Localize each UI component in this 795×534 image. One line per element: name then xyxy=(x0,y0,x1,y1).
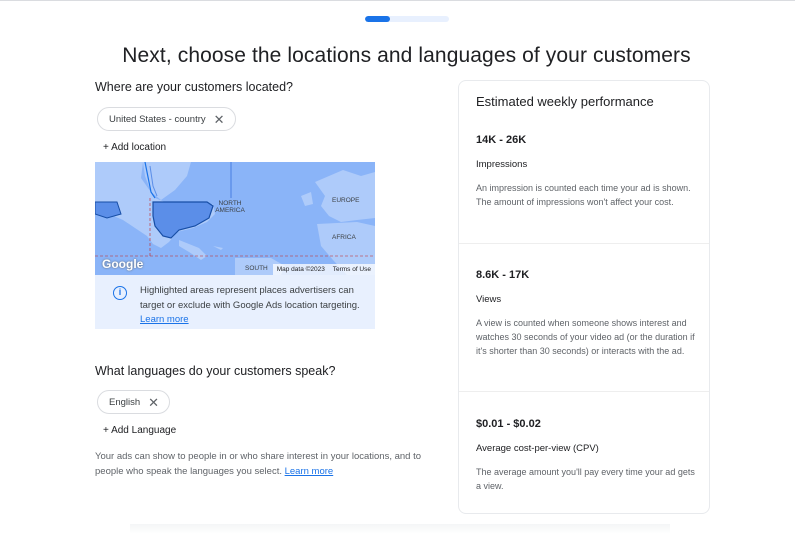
metric-range: $0.01 - $0.02 xyxy=(476,418,541,430)
metric-impressions: 14K - 26K Impressions An impression is c… xyxy=(476,134,701,209)
metric-range: 14K - 26K xyxy=(476,134,527,146)
map-label-south: SOUTH xyxy=(245,265,268,272)
terms-of-use-link[interactable]: Terms of Use xyxy=(333,266,371,273)
map-label-europe: EUROPE xyxy=(332,197,360,204)
map-data-credit: Map data ©2023 xyxy=(276,266,325,273)
google-logo: Google xyxy=(102,257,144,271)
map-label-africa: AFRICA xyxy=(332,234,356,241)
map-attribution: Map data ©2023 Terms of Use xyxy=(272,264,375,275)
footnote-learn-more-link[interactable]: Learn more xyxy=(285,466,334,477)
performance-title: Estimated weekly performance xyxy=(476,94,654,109)
location-chip-label: United States - country xyxy=(109,113,206,125)
footer-shadow xyxy=(130,524,670,534)
metric-range: 8.6K - 17K xyxy=(476,269,530,281)
metric-label: Views xyxy=(476,294,502,305)
language-chip-label: English xyxy=(109,396,141,408)
location-chip[interactable]: United States - country ✕ xyxy=(97,107,236,131)
progress-bar-fill xyxy=(365,16,391,22)
info-message: Highlighted areas represent places adver… xyxy=(140,285,360,311)
add-language-button[interactable]: + Add Language xyxy=(103,425,176,436)
metric-description: An impression is counted each time your … xyxy=(476,183,691,207)
map-label-north-america: NORTH AMERICA xyxy=(215,200,245,214)
divider xyxy=(459,391,709,392)
metric-description: A view is counted when someone shows int… xyxy=(476,318,695,356)
language-chip[interactable]: English ✕ xyxy=(97,390,171,414)
top-divider xyxy=(0,0,795,1)
metric-views: 8.6K - 17K Views A view is counted when … xyxy=(476,269,701,358)
targeting-panel: Where are your customers located? United… xyxy=(95,80,440,477)
page-title: Next, choose the locations and languages… xyxy=(122,44,691,67)
footnote: Your ads can show to people in or who sh… xyxy=(95,450,440,479)
locations-heading: Where are your customers located? xyxy=(95,80,294,94)
add-location-button[interactable]: + Add location xyxy=(103,142,166,153)
info-learn-more-link[interactable]: Learn more xyxy=(140,314,189,325)
performance-card: Estimated weekly performance 14K - 26K I… xyxy=(458,80,710,514)
metric-cpv: $0.01 - $0.02 Average cost-per-view (CPV… xyxy=(476,418,701,493)
info-icon: i xyxy=(113,286,127,300)
progress-bar xyxy=(365,16,449,22)
languages-heading: What languages do your customers speak? xyxy=(95,364,336,378)
divider xyxy=(459,243,709,244)
metric-label: Average cost-per-view (CPV) xyxy=(476,443,599,454)
metric-description: The average amount you'll pay every time… xyxy=(476,467,695,491)
info-box: i Highlighted areas represent places adv… xyxy=(95,275,375,329)
footnote-text: Your ads can show to people in or who sh… xyxy=(95,451,422,477)
metric-label: Impressions xyxy=(476,159,528,170)
info-text: Highlighted areas represent places adver… xyxy=(140,284,365,328)
close-icon[interactable]: ✕ xyxy=(148,396,159,409)
close-icon[interactable]: ✕ xyxy=(214,113,225,126)
location-map[interactable]: NORTH AMERICA EUROPE AFRICA SOUTH Google… xyxy=(95,162,375,275)
